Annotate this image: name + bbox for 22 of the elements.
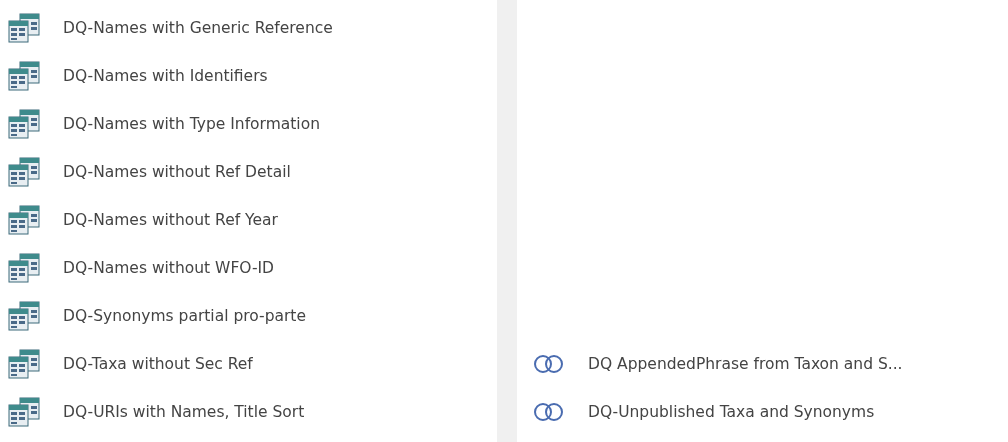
table-query-icon: [8, 349, 40, 379]
query-name[interactable]: DQ-Names with Generic Reference: [63, 19, 333, 37]
query-name[interactable]: DQ AppendedPhrase from Taxon and S...: [588, 355, 903, 373]
table-query-icon: [8, 301, 40, 331]
table-query-icon: [8, 397, 40, 427]
query-name[interactable]: DQ-Unpublished Taxa and Synonyms: [588, 403, 875, 421]
query-name[interactable]: DQ-Names without Ref Year: [63, 211, 278, 229]
overlapping-rings-icon: [533, 402, 565, 422]
table-query-icon: [8, 205, 40, 235]
table-query-icon: [8, 61, 40, 91]
table-query-icon: [8, 109, 40, 139]
overlapping-rings-icon: [533, 354, 565, 374]
query-name[interactable]: DQ-Names with Identifiers: [63, 67, 268, 85]
query-name[interactable]: DQ-URIs with Names, Title Sort: [63, 403, 305, 421]
table-query-icon: [8, 157, 40, 187]
query-name[interactable]: DQ-Names without WFO-ID: [63, 259, 275, 277]
query-name[interactable]: DQ-Taxa without Sec Ref: [63, 355, 253, 373]
query-name[interactable]: DQ-Names without Ref Detail: [63, 163, 291, 181]
query-name[interactable]: DQ-Synonyms partial pro-parte: [63, 307, 306, 325]
query-name[interactable]: DQ-Names with Type Information: [63, 115, 320, 133]
table-query-icon: [8, 253, 40, 283]
table-query-icon: [8, 13, 40, 43]
